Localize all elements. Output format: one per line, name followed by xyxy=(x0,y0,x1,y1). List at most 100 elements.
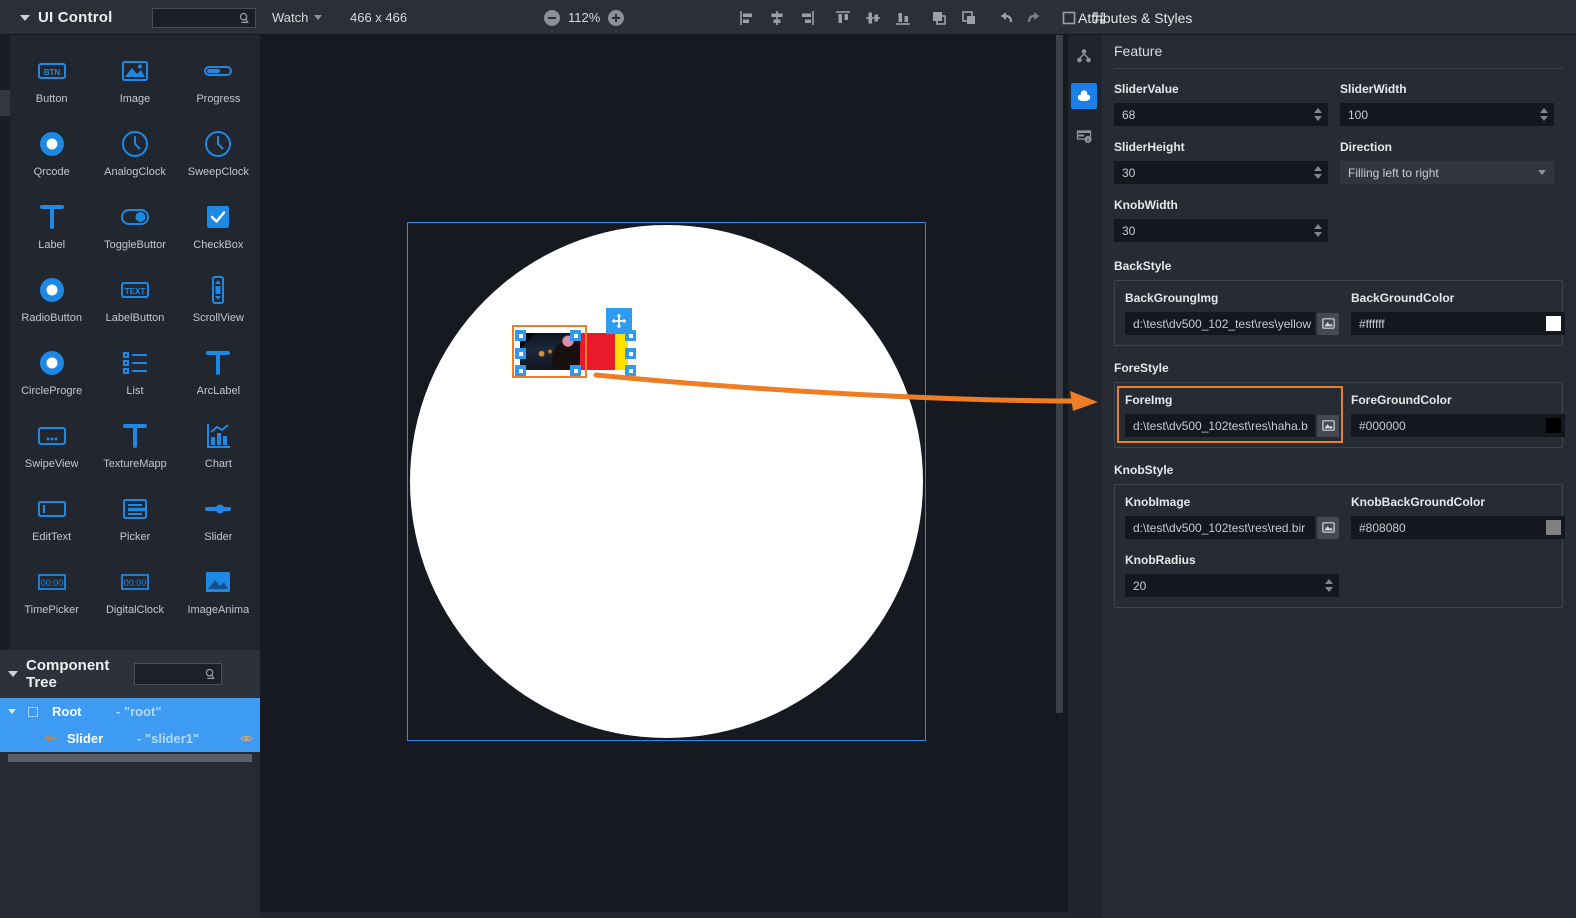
resize-handle-top-center[interactable] xyxy=(570,330,581,341)
puzzle-icon xyxy=(1075,87,1093,105)
spinner-arrows-icon[interactable] xyxy=(1325,579,1333,592)
palette-item-list[interactable]: List xyxy=(93,337,176,410)
palette-item-button[interactable]: Button xyxy=(10,45,93,118)
ui-control-collapse-icon[interactable] xyxy=(20,15,30,21)
tab-properties[interactable] xyxy=(1071,83,1097,109)
palette-item-image[interactable]: Image xyxy=(93,45,176,118)
visibility-eye-icon[interactable] xyxy=(239,731,254,746)
sliderwidth-input[interactable] xyxy=(1340,103,1554,126)
redo-button[interactable] xyxy=(1025,8,1044,27)
palette-item-imageanimation[interactable]: ImageAnima xyxy=(177,556,260,629)
foregroundcolor-swatch[interactable] xyxy=(1546,418,1561,433)
canvas-vertical-scrollbar[interactable] xyxy=(1056,35,1063,713)
undo-button[interactable] xyxy=(995,8,1014,27)
rail-collapse-handle[interactable] xyxy=(0,90,10,116)
palette-item-timepicker[interactable]: TimePicker xyxy=(10,556,93,629)
foregroundcolor-value: #000000 xyxy=(1359,419,1406,433)
align-top-button[interactable] xyxy=(833,8,852,27)
tree-collapse-icon[interactable] xyxy=(8,671,18,677)
palette-item-qrcode[interactable]: Qrcode xyxy=(10,118,93,191)
selection-mode-button[interactable] xyxy=(1059,8,1078,27)
knobwidth-input[interactable] xyxy=(1114,219,1328,242)
tab-hierarchy[interactable] xyxy=(1071,43,1097,69)
tree-search[interactable] xyxy=(134,663,222,685)
knobimage-input[interactable] xyxy=(1125,516,1315,539)
knobimage-browse-button[interactable] xyxy=(1317,517,1339,539)
label-button-icon xyxy=(118,273,152,307)
swipe-view-icon xyxy=(35,419,69,453)
palette-item-edittext[interactable]: EditText xyxy=(10,483,93,556)
resize-handle-bottom-right[interactable] xyxy=(625,365,636,376)
foreimg-browse-button[interactable] xyxy=(1317,415,1339,437)
palette-item-sweepclock[interactable]: SweepClock xyxy=(177,118,260,191)
foregroundcolor-field: #000000 xyxy=(1351,414,1565,437)
palette-item-chart[interactable]: Chart xyxy=(177,410,260,483)
palette-item-label: Slider xyxy=(204,531,232,543)
spinner-arrows-icon[interactable] xyxy=(1314,108,1322,121)
watch-dropdown[interactable]: Watch xyxy=(272,0,322,35)
palette-item-picker[interactable]: Picker xyxy=(93,483,176,556)
palette-item-label: ImageAnima xyxy=(187,604,249,616)
palette-item-scrollview[interactable]: ScrollView xyxy=(177,264,260,337)
palette-item-label: AnalogClock xyxy=(104,166,166,178)
palette-item-radiobutton[interactable]: RadioButton xyxy=(10,264,93,337)
align-left-button[interactable] xyxy=(737,8,756,27)
palette-item-labelbutton[interactable]: LabelButton xyxy=(93,264,176,337)
resize-handle-top-left[interactable] xyxy=(515,330,526,341)
backgroungimg-input[interactable] xyxy=(1125,312,1315,335)
design-canvas[interactable] xyxy=(260,35,1068,918)
round-screen xyxy=(410,225,923,738)
palette-item-slider[interactable]: Slider xyxy=(177,483,260,556)
expand-icon[interactable] xyxy=(8,709,16,714)
foreimg-input[interactable] xyxy=(1125,414,1315,437)
palette-item-label: TimePicker xyxy=(24,604,79,616)
tree-node-slider[interactable]: Slider - "slider1" xyxy=(0,725,260,752)
align-bottom-button[interactable] xyxy=(893,8,912,27)
spinner-arrows-icon[interactable] xyxy=(1540,108,1548,121)
canvas-size-label: 466 x 466 xyxy=(350,10,407,25)
palette-search-input[interactable] xyxy=(157,12,237,24)
align-right-button[interactable] xyxy=(797,8,816,27)
palette-item-label: Button xyxy=(36,93,68,105)
spinner-arrows-icon[interactable] xyxy=(1314,166,1322,179)
palette-item-progress[interactable]: Progress xyxy=(177,45,260,118)
palette-search[interactable] xyxy=(152,8,256,28)
sliderheight-input[interactable] xyxy=(1114,161,1328,184)
send-to-back-button[interactable] xyxy=(959,8,978,27)
palette-item-label[interactable]: Label xyxy=(10,191,93,264)
align-middle-vertical-button[interactable] xyxy=(863,8,882,27)
zoom-in-button[interactable] xyxy=(608,10,624,26)
tree-node-root[interactable]: Root - "root" xyxy=(0,698,260,725)
tree-search-input[interactable] xyxy=(139,668,203,680)
tab-form-info[interactable] xyxy=(1071,123,1097,149)
palette-item-swipeview[interactable]: SwipeView xyxy=(10,410,93,483)
knobbackgroundcolor-swatch[interactable] xyxy=(1546,520,1561,535)
move-handle[interactable] xyxy=(606,308,632,334)
palette-item-checkbox[interactable]: CheckBox xyxy=(177,191,260,264)
palette-item-circleprogress[interactable]: CircleProgre xyxy=(10,337,93,410)
palette-item-togglebutton[interactable]: ToggleButtor xyxy=(93,191,176,264)
palette-item-analogclock[interactable]: AnalogClock xyxy=(93,118,176,191)
palette-item-texturemap[interactable]: TextureMapp xyxy=(93,410,176,483)
align-center-horizontal-button[interactable] xyxy=(767,8,786,27)
bring-to-front-button[interactable] xyxy=(929,8,948,27)
spinner-arrows-icon[interactable] xyxy=(1314,224,1322,237)
foreimg-label: ForeImg xyxy=(1125,393,1339,407)
resize-handle-bottom-center[interactable] xyxy=(570,365,581,376)
resize-handle-mid-left[interactable] xyxy=(515,348,526,359)
knobradius-input[interactable] xyxy=(1125,574,1339,597)
backgroungimg-browse-button[interactable] xyxy=(1317,313,1339,335)
tree-horizontal-scrollbar[interactable] xyxy=(8,754,252,762)
resize-handle-bottom-left[interactable] xyxy=(515,365,526,376)
direction-select[interactable]: Filling left to right xyxy=(1340,161,1554,184)
slidervalue-input[interactable] xyxy=(1114,103,1328,126)
knobbackgroundcolor-value: #808080 xyxy=(1359,521,1406,535)
knobradius-label: KnobRadius xyxy=(1125,553,1339,567)
zoom-out-button[interactable] xyxy=(544,10,560,26)
palette-item-digitalclock[interactable]: DigitalClock xyxy=(93,556,176,629)
palette-item-label: TextureMapp xyxy=(103,458,167,470)
backgroundcolor-swatch[interactable] xyxy=(1546,316,1561,331)
resize-handle-mid-right[interactable] xyxy=(625,348,636,359)
palette-item-arclabel[interactable]: ArcLabel xyxy=(177,337,260,410)
image-picker-icon xyxy=(1321,520,1336,535)
